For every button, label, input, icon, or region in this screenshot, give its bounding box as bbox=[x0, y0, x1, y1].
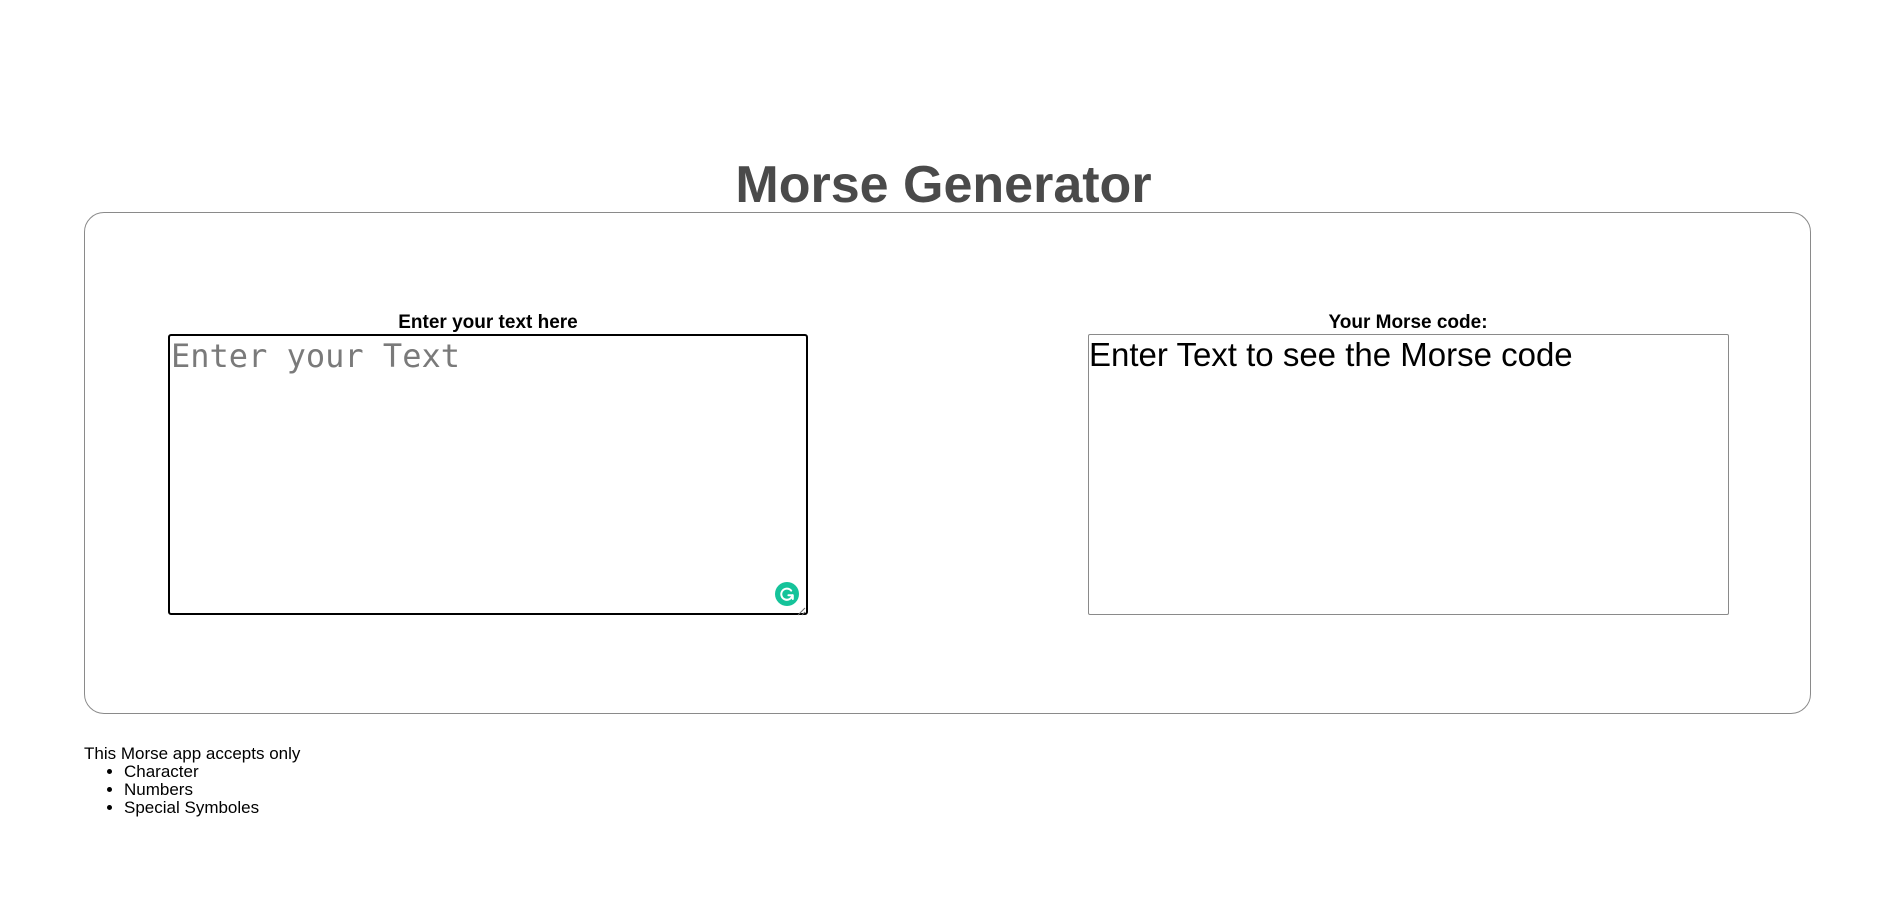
morse-output: Enter Text to see the Morse code bbox=[1088, 334, 1729, 615]
resize-handle-icon[interactable] bbox=[797, 603, 806, 616]
list-item: Character bbox=[124, 763, 259, 781]
text-input[interactable] bbox=[168, 334, 808, 615]
output-label: Your Morse code: bbox=[1328, 312, 1488, 333]
list-item: Special Symboles bbox=[124, 799, 259, 817]
list-item: Numbers bbox=[124, 781, 259, 799]
grammar-assistant-icon[interactable] bbox=[775, 582, 799, 606]
page-title: Morse Generator bbox=[735, 156, 1152, 214]
accepted-input-list: Character Numbers Special Symboles bbox=[84, 763, 259, 817]
info-intro: This Morse app accepts only bbox=[84, 744, 301, 763]
input-label: Enter your text here bbox=[398, 312, 578, 333]
